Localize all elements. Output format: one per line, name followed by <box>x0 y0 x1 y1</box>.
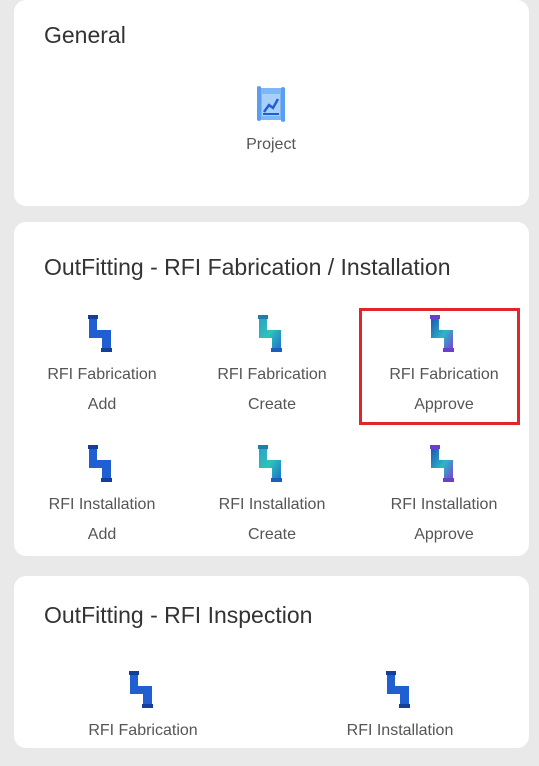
pipe-blue-icon <box>85 444 119 484</box>
general-card: General Project <box>14 0 529 206</box>
tile-label: RFI Installation Approve <box>390 496 498 543</box>
inspection-section-title: OutFitting - RFI Inspection <box>44 602 313 628</box>
rfi-installation-add-tile[interactable]: RFI Installation Add <box>32 444 172 550</box>
highlight-box <box>359 308 520 425</box>
pipe-blue-icon <box>85 314 119 354</box>
pipe-teal-icon <box>255 444 289 484</box>
rfi-fabrication-create-tile[interactable]: RFI Fabrication Create <box>202 314 342 420</box>
tile-label: RFI Installation Add <box>48 496 156 543</box>
rfi-installation-create-tile[interactable]: RFI Installation Create <box>202 444 342 550</box>
inspection-rfi-installation-tile[interactable]: RFI Installation <box>330 670 470 746</box>
outfitting-rfi-section-title: OutFitting - RFI Fabrication / Installat… <box>44 254 451 280</box>
rfi-fabrication-add-tile[interactable]: RFI Fabrication Add <box>32 314 172 420</box>
tile-label: RFI Fabrication Add <box>47 366 157 413</box>
tile-label: RFI Installation Create <box>218 496 326 543</box>
project-chart-icon <box>257 86 285 122</box>
pipe-teal-icon <box>255 314 289 354</box>
inspection-card: OutFitting - RFI Inspection RFI Fabricat… <box>14 576 529 748</box>
tile-label: RFI Fabrication Create <box>217 366 327 413</box>
pipe-purple-icon <box>427 444 461 484</box>
project-label: Project <box>246 136 296 153</box>
tile-label: RFI Installation <box>346 722 454 739</box>
pipe-blue-icon <box>383 670 417 710</box>
pipe-blue-icon <box>126 670 160 710</box>
general-section-title: General <box>44 22 126 48</box>
tile-label: RFI Fabrication <box>88 722 198 739</box>
project-tile[interactable]: Project <box>221 84 321 160</box>
rfi-installation-approve-tile[interactable]: RFI Installation Approve <box>374 444 514 550</box>
inspection-rfi-fabrication-tile[interactable]: RFI Fabrication <box>73 670 213 746</box>
